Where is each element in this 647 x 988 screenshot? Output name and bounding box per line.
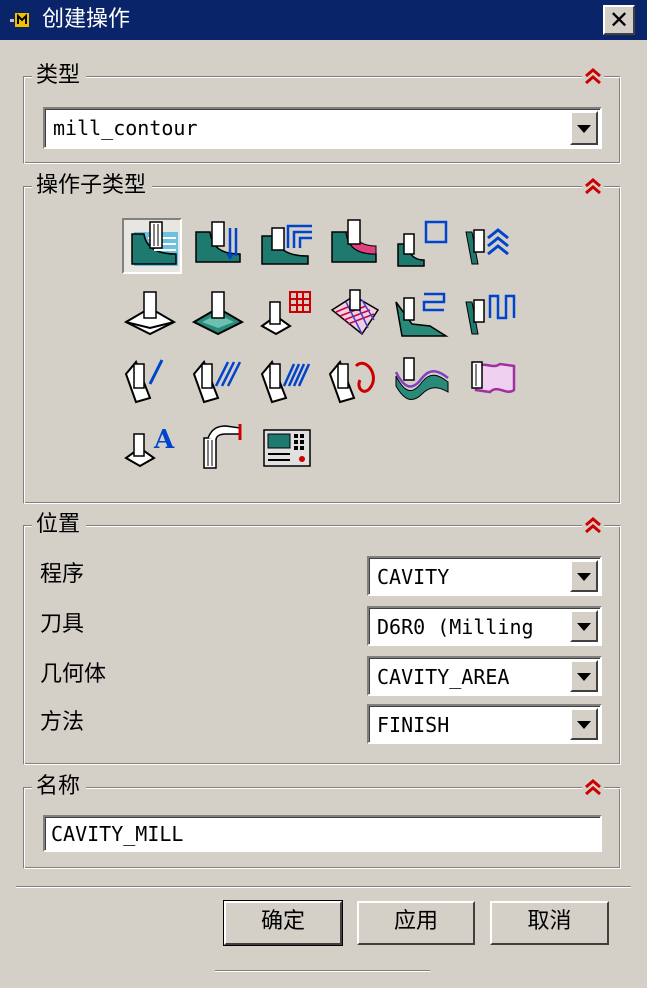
contour-area-icon[interactable] [190, 288, 250, 344]
program-combo-value: CAVITY [377, 565, 450, 589]
program-label: 程序 [40, 562, 85, 587]
tool-label: 刀具 [40, 612, 85, 637]
window-title: 创建操作 [42, 7, 131, 32]
type-combo-value: mill_contour [53, 116, 198, 140]
streamline-icon[interactable] [326, 288, 386, 344]
geometry-combo[interactable]: CAVITY_AREA [367, 656, 602, 696]
divider [16, 886, 631, 888]
zlevel-corner-icon[interactable] [462, 218, 522, 274]
flowcut-smooth-icon[interactable] [326, 352, 386, 408]
cavity-mill-icon[interactable] [122, 218, 182, 274]
flowcut-ref-tool-icon[interactable] [258, 352, 318, 408]
title-bar[interactable]: 创建操作 ✕ [0, 0, 647, 40]
tool-combo[interactable]: D6R0 (Milling [367, 606, 602, 646]
geometry-label: 几何体 [40, 662, 107, 687]
contour-area-dir-steep-icon[interactable] [462, 288, 522, 344]
rest-milling-icon[interactable] [326, 218, 386, 274]
subtype-group-label: 操作子类型 [32, 172, 153, 200]
collapse-chevron-icon[interactable] [582, 67, 604, 85]
type-group: 类型 mill_contour [23, 62, 621, 164]
tool-combo-value: D6R0 (Milling [377, 615, 534, 639]
zlevel-profile-icon[interactable] [394, 218, 454, 274]
collapse-chevron-icon[interactable] [582, 516, 604, 534]
subtype-group: 操作子类型 [23, 172, 621, 504]
ok-button[interactable]: 确定 [223, 900, 343, 946]
dropdown-arrow-icon[interactable] [570, 111, 598, 145]
collapse-chevron-icon[interactable] [582, 778, 604, 796]
collapse-chevron-icon[interactable] [582, 177, 604, 195]
method-combo[interactable]: FINISH [367, 704, 602, 744]
dropdown-arrow-icon[interactable] [570, 660, 598, 692]
type-group-label: 类型 [32, 62, 87, 90]
contour-area-non-steep-icon[interactable] [394, 288, 454, 344]
close-button[interactable]: ✕ [603, 5, 635, 35]
contour-profile-icon[interactable] [394, 352, 454, 408]
contour-text-icon[interactable]: A [122, 420, 182, 476]
location-group-label: 位置 [32, 511, 87, 539]
dropdown-arrow-icon[interactable] [570, 610, 598, 642]
geometry-combo-value: CAVITY_AREA [377, 665, 510, 689]
flowcut-multiple-icon[interactable] [190, 352, 250, 408]
close-icon: ✕ [608, 6, 630, 34]
dropdown-arrow-icon[interactable] [570, 708, 598, 740]
method-combo-value: FINISH [377, 713, 450, 737]
resize-grip[interactable] [215, 970, 430, 972]
plunge-milling-icon[interactable] [190, 218, 250, 274]
name-input[interactable] [43, 815, 602, 852]
flowcut-single-icon[interactable] [122, 352, 182, 408]
svg-text:A: A [153, 425, 175, 455]
dropdown-arrow-icon[interactable] [570, 560, 598, 592]
cancel-button[interactable]: 取消 [490, 901, 609, 945]
fixed-contour-icon[interactable] [122, 288, 182, 344]
corner-rough-icon[interactable] [258, 218, 318, 274]
apply-button[interactable]: 应用 [357, 901, 475, 945]
create-operation-dialog: 创建操作 ✕ 类型 mill_contour 操作子类型 A 位置 程序 CAV… [0, 0, 647, 988]
type-combo[interactable]: mill_contour [43, 107, 602, 149]
name-group-label: 名称 [32, 773, 87, 801]
method-label: 方法 [40, 710, 85, 735]
mill-control-icon[interactable] [258, 420, 318, 476]
solid-profile-3d-icon[interactable] [462, 352, 522, 408]
mill-user-icon[interactable] [190, 420, 250, 476]
nx-app-icon [10, 13, 29, 27]
program-combo[interactable]: CAVITY [367, 556, 602, 596]
contour-surface-area-icon[interactable] [258, 288, 318, 344]
